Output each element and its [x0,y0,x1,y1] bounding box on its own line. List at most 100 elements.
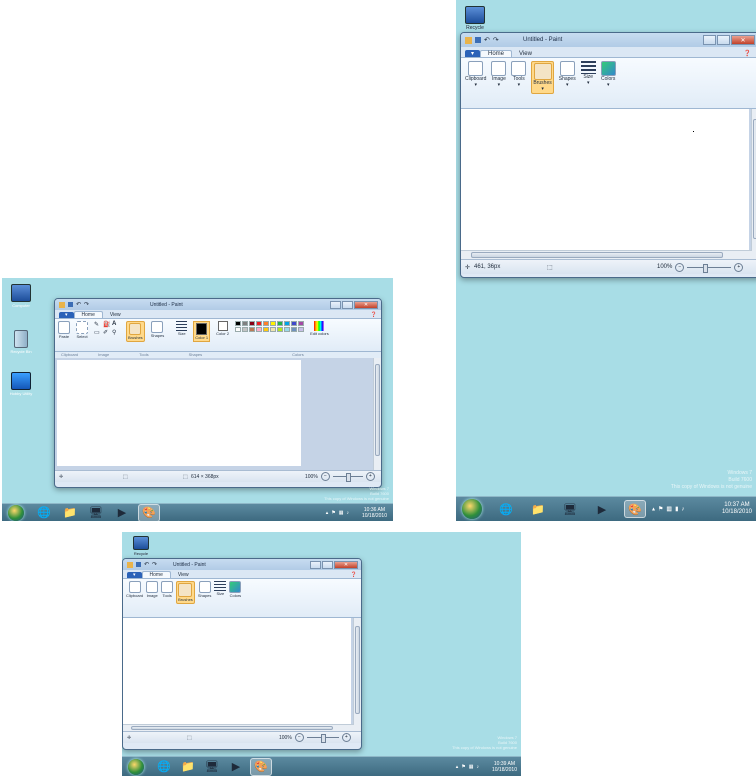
close-button[interactable]: ✕ [354,301,378,309]
palette-swatch[interactable] [256,327,263,332]
palette-swatch[interactable] [298,321,305,326]
colors-button[interactable]: Colors ▾ [600,61,616,88]
tab-view[interactable]: View [171,572,196,578]
tab-home[interactable]: Home [73,311,103,318]
clock[interactable]: 10:37 AM 10/18/2010 [722,502,752,516]
clipboard-button[interactable]: Clipboard ▾ [465,61,486,88]
palette-swatch[interactable] [277,321,284,326]
save-icon[interactable] [68,302,73,307]
ie-icon[interactable]: 🌐 [34,505,54,521]
desktop-icon-recycle[interactable]: Recycle [126,536,156,556]
paste-button[interactable]: Paste [58,321,70,339]
scroll-thumb[interactable] [131,726,333,730]
explorer-icon[interactable]: 📁 [528,501,548,517]
clipboard-button[interactable]: Clipboard [126,581,143,598]
zoom-in-button[interactable]: + [734,262,744,272]
start-button[interactable] [462,499,482,519]
edit-colors-button[interactable]: Edit colors [310,321,329,336]
palette-swatch[interactable] [284,321,291,326]
brushes-button[interactable]: Brushes [126,321,145,342]
horizontal-scrollbar[interactable] [123,724,354,731]
paint-taskbar-icon[interactable]: 🎨 [138,503,160,521]
explorer-icon[interactable]: 📁 [60,505,80,521]
undo-icon[interactable]: ↶ [144,561,149,568]
help-icon[interactable]: ❓ [371,312,377,318]
palette-swatch[interactable] [263,321,270,326]
maximize-button[interactable] [322,561,333,569]
network-icon[interactable]: ▦ [339,510,344,516]
palette-swatch[interactable] [298,327,305,332]
shapes-button[interactable]: Shapes [198,581,211,598]
vertical-scrollbar[interactable] [353,618,361,731]
shapes-button[interactable]: Shapes [151,321,164,338]
desktop-icon-computer[interactable]: Computer [6,284,36,308]
maximize-button[interactable] [342,301,353,309]
redo-icon[interactable]: ↷ [84,301,89,308]
zoom-slider[interactable] [332,473,363,482]
zoom-in-button[interactable]: + [365,472,375,481]
volume-icon[interactable]: ♪ [681,506,684,512]
palette-swatch[interactable] [291,327,298,332]
desktop-icon-recycle-bin[interactable]: Recycle Bin [6,330,36,354]
network-icon[interactable]: ▦ [666,506,672,513]
zoom-slider-thumb[interactable] [345,473,351,482]
eraser-icon[interactable]: ▭ [94,329,102,336]
file-menu-button[interactable]: ▾ [59,312,74,318]
size-button[interactable]: Size [214,581,227,596]
vertical-scrollbar[interactable] [751,109,756,259]
palette-swatch[interactable] [270,321,277,326]
show-hidden-icons[interactable]: ▴ [326,510,329,516]
paint-taskbar-icon[interactable]: 🎨 [250,757,272,776]
horizontal-scrollbar[interactable] [461,250,752,259]
palette-swatch[interactable] [242,327,249,332]
flag-icon[interactable]: ⚑ [658,506,663,513]
battery-icon[interactable]: ▮ [675,506,678,513]
redo-icon[interactable]: ↷ [152,561,157,568]
vertical-scrollbar[interactable] [373,358,381,470]
file-menu-button[interactable]: ▾ [465,50,481,57]
maximize-button[interactable] [717,35,730,45]
palette-swatch[interactable] [235,327,242,332]
undo-icon[interactable]: ↶ [484,36,490,44]
media-player-icon[interactable]: ▶ [592,501,612,517]
palette-swatch[interactable] [263,327,270,332]
color-picker-icon[interactable]: ✐ [103,329,111,336]
undo-icon[interactable]: ↶ [76,301,81,308]
show-hidden-icons[interactable]: ▴ [652,506,655,513]
ie-icon[interactable]: 🌐 [496,501,516,517]
palette-swatch[interactable] [235,321,242,326]
zoom-slider-thumb[interactable] [320,734,326,743]
flag-icon[interactable]: ⚑ [461,764,465,770]
paint-taskbar-icon[interactable]: 🎨 [624,500,646,518]
media-icon[interactable]: 🖥 [560,501,580,517]
close-button[interactable]: ✕ [334,561,358,569]
volume-icon[interactable]: ♪ [477,764,480,770]
scroll-thumb[interactable] [471,252,723,258]
palette-swatch[interactable] [256,321,263,326]
clock[interactable]: 10:36 AM 10/18/2010 [362,507,387,519]
media-player-icon[interactable]: ▶ [226,759,246,775]
scroll-thumb[interactable] [375,364,380,456]
palette-swatch[interactable] [249,321,256,326]
palette-swatch[interactable] [270,327,277,332]
help-icon[interactable]: ❓ [351,572,357,578]
zoom-slider[interactable] [687,263,732,273]
brushes-button[interactable]: Brushes [176,581,195,604]
tools-button[interactable]: Tools [161,581,174,598]
color2-button[interactable]: Color 2 [216,321,229,336]
clock[interactable]: 10:39 AM 10/18/2010 [492,761,517,773]
image-button[interactable]: Image ▾ [491,61,507,88]
explorer-icon[interactable]: 📁 [178,759,198,775]
magnifier-icon[interactable]: ⚲ [112,329,120,336]
palette-swatch[interactable] [291,321,298,326]
tab-view[interactable]: View [103,312,128,318]
drawing-canvas[interactable] [123,618,351,725]
palette-swatch[interactable] [242,321,249,326]
tab-home[interactable]: Home [480,50,513,57]
minimize-button[interactable] [310,561,321,569]
drawing-canvas[interactable] [57,360,301,466]
select-button[interactable]: Select [76,321,88,339]
desktop-icon-recycle[interactable]: Recycle [460,6,490,31]
media-icon[interactable]: 🖥 [86,505,106,521]
brushes-button[interactable]: Brushes ▾ [531,61,554,94]
